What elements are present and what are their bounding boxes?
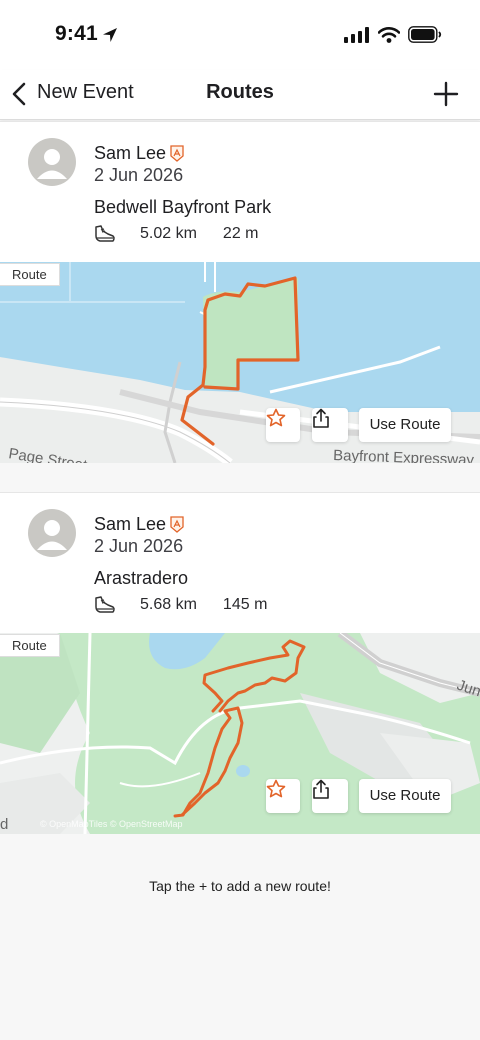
signal-icon bbox=[344, 26, 369, 43]
route-stats: 5.68 km 145 m bbox=[94, 594, 293, 616]
star-button[interactable] bbox=[266, 408, 300, 442]
badge-icon bbox=[170, 516, 184, 533]
map-label: d bbox=[0, 816, 8, 833]
use-route-button[interactable]: Use Route bbox=[359, 779, 451, 813]
athlete-name: Sam Lee bbox=[94, 143, 167, 163]
badge-icon bbox=[170, 145, 184, 162]
elevation: 22 m bbox=[222, 225, 259, 242]
route-tag: Route bbox=[0, 263, 60, 286]
shoe-icon bbox=[95, 225, 115, 242]
route-map[interactable]: Jun d Route © OpenMapTiles © OpenStreetM… bbox=[0, 633, 480, 834]
route-name: Arastradero bbox=[94, 568, 189, 588]
route-date: 2 Jun 2026 bbox=[94, 165, 184, 185]
empty-hint: Tap the + to add a new route! bbox=[149, 878, 331, 894]
star-icon bbox=[266, 779, 286, 798]
share-button[interactable] bbox=[312, 408, 348, 442]
route-card[interactable]: Sam Lee 2 Jun 2026 Arastradero 5.68 km 1… bbox=[0, 492, 480, 834]
elevation: 145 m bbox=[222, 596, 268, 613]
location-arrow-icon bbox=[103, 28, 117, 42]
route-card[interactable]: Sam Lee 2 Jun 2026 Bedwell Bayfront Park… bbox=[0, 121, 480, 463]
share-button[interactable] bbox=[312, 779, 348, 813]
avatar bbox=[28, 138, 76, 186]
nav-bar: New Event Routes bbox=[0, 70, 480, 120]
status-icons bbox=[344, 26, 442, 43]
avatar bbox=[28, 509, 76, 557]
athlete-name: Sam Lee bbox=[94, 514, 167, 534]
status-time: 9:41 bbox=[55, 22, 98, 45]
route-name: Bedwell Bayfront Park bbox=[94, 197, 272, 217]
page-title: Routes bbox=[206, 81, 274, 103]
route-tag: Route bbox=[0, 634, 60, 657]
share-icon bbox=[313, 779, 329, 799]
shoe-icon bbox=[95, 596, 115, 613]
route-map[interactable]: Page Street Bayfront Expressway Route Us… bbox=[0, 262, 480, 463]
route-date: 2 Jun 2026 bbox=[94, 536, 184, 556]
battery-icon bbox=[408, 26, 442, 43]
star-button[interactable] bbox=[266, 779, 300, 813]
wifi-icon bbox=[378, 26, 400, 43]
star-icon bbox=[266, 408, 286, 427]
status-bar: 9:41 bbox=[0, 0, 480, 70]
route-stats: 5.02 km 22 m bbox=[94, 223, 285, 245]
plus-icon[interactable] bbox=[432, 80, 460, 108]
map-attribution: © OpenMapTiles © OpenStreetMap bbox=[40, 819, 183, 829]
share-icon bbox=[313, 408, 329, 428]
distance: 5.68 km bbox=[140, 596, 197, 613]
use-route-button[interactable]: Use Route bbox=[359, 408, 451, 442]
distance: 5.02 km bbox=[140, 225, 197, 242]
